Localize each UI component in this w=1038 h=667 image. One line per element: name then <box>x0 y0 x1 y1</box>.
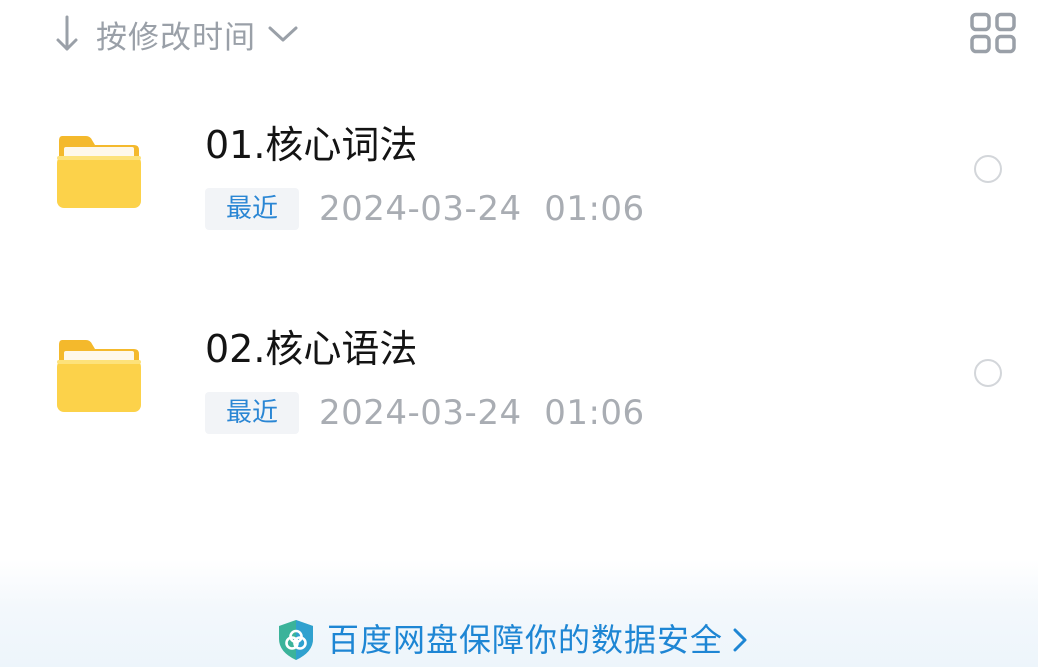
file-row[interactable]: 02.核心语法 最近 2024-03-24 01:06 <box>0 304 1038 508</box>
recent-badge: 最近 <box>205 392 299 434</box>
sort-label: 按修改时间 <box>96 19 256 56</box>
file-list: 01.核心词法 最近 2024-03-24 01:06 02.核心语法 最近 2… <box>0 100 1038 508</box>
security-banner[interactable]: 百度网盘保障你的数据安全 <box>0 560 1038 667</box>
shield-icon <box>279 620 313 660</box>
arrow-down-icon <box>56 15 78 51</box>
file-date: 2024-03-24 01:06 <box>319 189 645 229</box>
security-banner-content: 百度网盘保障你的数据安全 <box>275 618 749 662</box>
file-name: 01.核心词法 <box>205 123 418 167</box>
chevron-right-icon <box>733 628 747 652</box>
grid-view-icon <box>970 12 1016 54</box>
chevron-down-icon <box>268 26 298 42</box>
select-checkbox[interactable] <box>974 359 1002 387</box>
recent-badge: 最近 <box>205 188 299 230</box>
file-row[interactable]: 01.核心词法 最近 2024-03-24 01:06 <box>0 100 1038 304</box>
sort-control[interactable]: 按修改时间 <box>54 10 300 58</box>
file-date: 2024-03-24 01:06 <box>319 393 645 433</box>
folder-icon <box>56 336 142 414</box>
view-toggle-button[interactable] <box>969 12 1017 54</box>
file-name: 02.核心语法 <box>205 327 418 371</box>
folder-icon <box>56 132 142 210</box>
security-banner-text: 百度网盘保障你的数据安全 <box>327 621 724 659</box>
select-checkbox[interactable] <box>974 155 1002 183</box>
